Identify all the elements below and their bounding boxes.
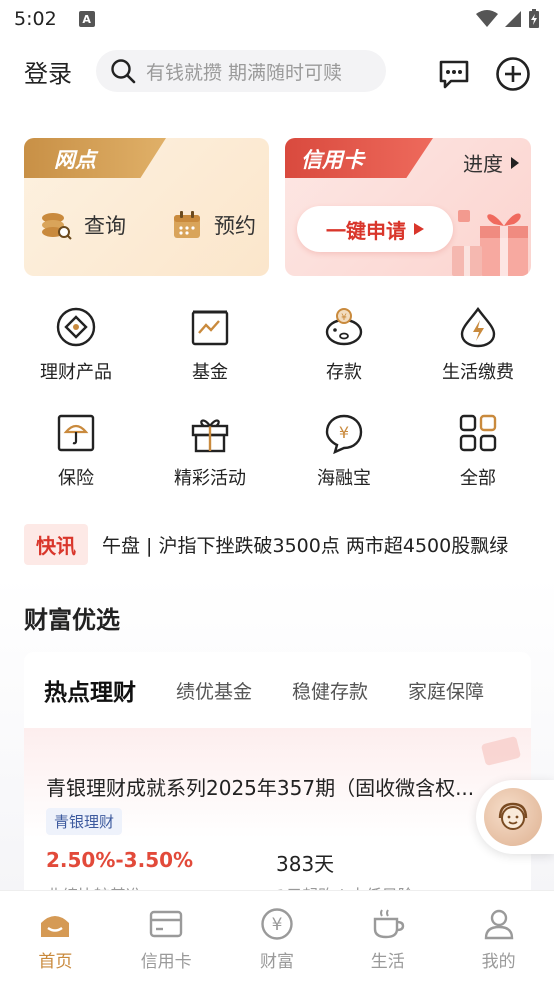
- grid-item-wealth-products[interactable]: 理财产品: [16, 306, 136, 384]
- grid-icon: [459, 414, 497, 452]
- ticket-icon: [481, 736, 521, 766]
- grid-label: 保险: [58, 468, 94, 489]
- svg-text:¥: ¥: [339, 423, 349, 442]
- customer-service-button[interactable]: [476, 780, 554, 854]
- tab-family-protection[interactable]: 家庭保障: [408, 677, 484, 704]
- tab-stable-deposit[interactable]: 稳健存款: [292, 677, 368, 704]
- credit-card-card[interactable]: 信用卡 进度 一键申请: [285, 138, 531, 276]
- signal-icon: [505, 11, 521, 27]
- diamond-coin-icon: [56, 307, 96, 347]
- product-rate-label: 业绩比较基准: [46, 882, 142, 890]
- grid-item-life-payment[interactable]: 生活缴费: [418, 306, 538, 384]
- grid-label: 基金: [192, 362, 228, 383]
- outlet-query-label: 查询: [84, 214, 126, 238]
- tabbar-credit-card[interactable]: 信用卡: [111, 891, 222, 984]
- person-icon: [484, 909, 513, 940]
- piggy-bank-icon: ¥: [325, 308, 363, 346]
- tabbar-life[interactable]: 生活: [332, 891, 443, 984]
- news-text[interactable]: 午盘 | 沪指下挫跌破3500点 两市超4500股飘绿: [102, 531, 508, 558]
- card-icon: [149, 910, 183, 938]
- svg-text:¥: ¥: [272, 915, 283, 935]
- grid-item-insurance[interactable]: 保险: [16, 412, 136, 490]
- tabbar-wealth[interactable]: ¥ 财富: [222, 891, 333, 984]
- search-placeholder: 有钱就攒 期满随时可赎: [146, 61, 343, 84]
- apply-button[interactable]: 一键申请: [297, 206, 453, 252]
- chart-bag-icon: [191, 310, 229, 346]
- grid-label: 精彩活动: [174, 468, 246, 489]
- battery-icon: [529, 9, 539, 28]
- product-rate: 2.50%-3.50%: [46, 848, 194, 872]
- section-title: 财富优选: [24, 606, 120, 634]
- login-link[interactable]: 登录: [24, 54, 82, 89]
- umbrella-icon: [57, 414, 95, 452]
- news-badge: 快讯: [24, 523, 88, 565]
- calendar-icon: [174, 211, 200, 238]
- gift-box-illustration: [452, 210, 528, 276]
- grid-label: 理财产品: [40, 362, 112, 383]
- credit-progress-link[interactable]: 进度: [463, 148, 519, 177]
- bottom-tab-bar: 首页 信用卡 ¥ 财富 生活 我的: [0, 890, 554, 984]
- tabbar-label: 财富: [259, 952, 294, 972]
- cup-icon: [373, 909, 404, 939]
- outlet-card[interactable]: 网点 查询 预约: [24, 138, 269, 276]
- grid-label: 全部: [460, 468, 496, 489]
- credit-progress-label: 进度: [463, 152, 503, 176]
- home-icon: [41, 916, 70, 937]
- drop-bolt-icon: [460, 306, 496, 348]
- tabbar-label: 生活: [370, 952, 405, 972]
- wifi-icon: [476, 10, 498, 27]
- outlet-reserve-button[interactable]: 预约: [172, 210, 256, 240]
- yen-chat-icon: ¥: [325, 414, 363, 454]
- product-title: 青银理财成就系列2025年357期（固收微含权...: [46, 776, 475, 800]
- grid-label: 生活缴费: [442, 362, 514, 383]
- gift-icon: [191, 419, 229, 453]
- triangle-right-icon: [511, 156, 519, 169]
- triangle-right-icon: [414, 223, 424, 235]
- wealth-tabs: 热点理财 绩优基金 稳健存款 家庭保障: [24, 652, 531, 728]
- coins-search-icon: [42, 213, 72, 240]
- tab-hot-wealth[interactable]: 热点理财: [44, 673, 136, 707]
- status-time: 5:02: [14, 8, 57, 30]
- outlet-query-button[interactable]: 查询: [40, 210, 126, 240]
- grid-label: 海融宝: [317, 468, 371, 489]
- search-icon: [111, 59, 136, 84]
- product-term: 383天: [276, 852, 335, 876]
- chat-dots-icon[interactable]: [436, 56, 472, 92]
- tabbar-home[interactable]: 首页: [0, 891, 111, 984]
- grid-item-deposit[interactable]: ¥ 存款: [284, 306, 404, 384]
- tabbar-label: 信用卡: [140, 952, 192, 972]
- svg-text:¥: ¥: [341, 313, 347, 323]
- product-tag: 青银理财: [46, 808, 123, 835]
- notification-icon: A: [78, 11, 95, 27]
- status-bar: 5:02 A: [0, 0, 554, 38]
- tabbar-label: 首页: [38, 952, 73, 972]
- grid-item-fund[interactable]: 基金: [150, 306, 270, 384]
- search-bar[interactable]: 有钱就攒 期满随时可赎: [96, 50, 386, 92]
- tabbar-label: 我的: [481, 952, 516, 972]
- product-term-label: 1元起购 | 中低风险: [276, 882, 414, 890]
- home-content: 网点 查询 预约 信用卡 进度 一键申请 理财产品 基金 ¥ 存款 生活缴费 保…: [0, 104, 554, 890]
- plus-circle-icon[interactable]: [495, 56, 531, 92]
- product-card[interactable]: 青银理财成就系列2025年357期（固收微含权... 青银理财 2.50%-3.…: [24, 728, 531, 890]
- grid-label: 存款: [326, 362, 362, 383]
- tab-top-funds[interactable]: 绩优基金: [176, 677, 252, 704]
- outlet-card-title: 网点: [24, 138, 166, 178]
- grid-item-hairongbao[interactable]: ¥ 海融宝: [284, 412, 404, 490]
- outlet-reserve-label: 预约: [214, 214, 256, 238]
- apply-label: 一键申请: [326, 218, 406, 243]
- headset-face-icon: [498, 802, 528, 830]
- news-ticker[interactable]: 快讯 午盘 | 沪指下挫跌破3500点 两市超4500股飘绿: [24, 523, 554, 565]
- tabbar-mine[interactable]: 我的: [443, 891, 554, 984]
- credit-card-title: 信用卡: [285, 138, 433, 178]
- yen-circle-icon: ¥: [261, 908, 293, 940]
- grid-item-activities[interactable]: 精彩活动: [150, 412, 270, 490]
- grid-item-all[interactable]: 全部: [418, 412, 538, 490]
- wealth-panel: 热点理财 绩优基金 稳健存款 家庭保障 青银理财成就系列2025年357期（固收…: [24, 652, 531, 890]
